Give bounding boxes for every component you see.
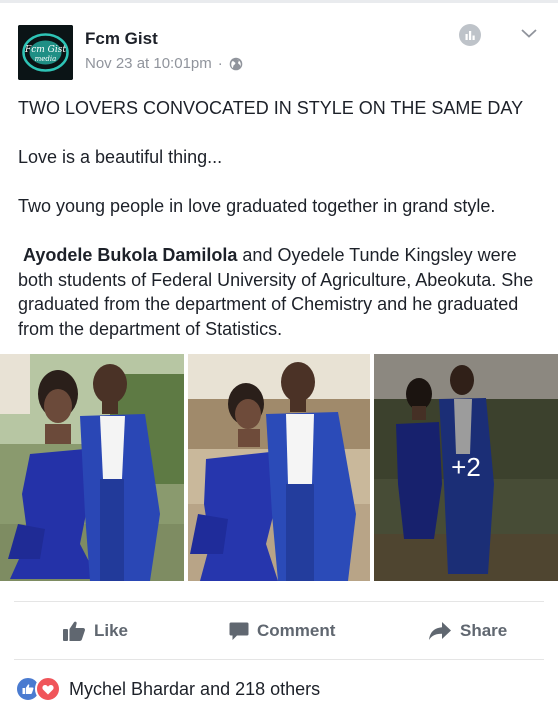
reactions-text[interactable]: Mychel Bhardar and 218 others [69, 679, 320, 700]
page-avatar[interactable]: Fcm Gist media [18, 25, 73, 80]
share-label: Share [460, 621, 508, 640]
post-line-2: Two young people in love graduated toget… [18, 196, 496, 216]
photo-2[interactable] [188, 354, 370, 581]
share-button[interactable]: Share [428, 612, 507, 650]
globe-icon [229, 57, 243, 70]
post-body: TWO LOVERS CONVOCATED IN STYLE ON THE SA… [18, 96, 548, 341]
reactions-summary[interactable]: Mychel Bhardar and 218 others [15, 676, 320, 702]
avatar-logo-line1: Fcm Gist [24, 45, 66, 55]
post-headline: TWO LOVERS CONVOCATED IN STYLE ON THE SA… [18, 98, 524, 118]
post-header: Fcm Gist media Fcm Gist Nov 23 at 10:01p… [0, 3, 558, 87]
more-photos-count[interactable]: +2 [374, 354, 558, 581]
photo-grid: +2 [0, 354, 558, 581]
comment-button[interactable]: Comment [229, 612, 335, 650]
stats-icon[interactable] [458, 23, 482, 47]
tagged-name: Ayodele Bukola Damilola [23, 245, 238, 265]
post-line-1: Love is a beautiful thing... [18, 147, 223, 167]
actions-top-divider [14, 601, 544, 602]
action-bar: Like Comment Share [0, 612, 558, 650]
actions-bottom-divider [14, 659, 544, 660]
comment-icon [229, 622, 249, 640]
avatar-logo-line2: media [35, 55, 57, 63]
avatar-logo-icon: Fcm Gist media [18, 25, 73, 80]
love-reaction-icon [35, 676, 61, 702]
share-arrow-icon [429, 622, 451, 640]
like-label: Like [94, 621, 129, 640]
chevron-down-icon[interactable] [519, 25, 539, 41]
like-button[interactable]: Like [62, 612, 128, 650]
comment-label: Comment [257, 621, 336, 640]
post-timestamp[interactable]: Nov 23 at 10:01pm [85, 55, 212, 72]
page-name[interactable]: Fcm Gist [85, 29, 158, 49]
thumbs-up-icon [63, 621, 85, 641]
photo-1[interactable] [0, 354, 184, 581]
post-meta: Nov 23 at 10:01pm · [85, 55, 243, 72]
meta-separator: · [217, 55, 223, 72]
photo-3[interactable]: +2 [374, 354, 558, 581]
post-paragraph: Ayodele Bukola Damilola and Oyedele Tund… [18, 243, 548, 341]
